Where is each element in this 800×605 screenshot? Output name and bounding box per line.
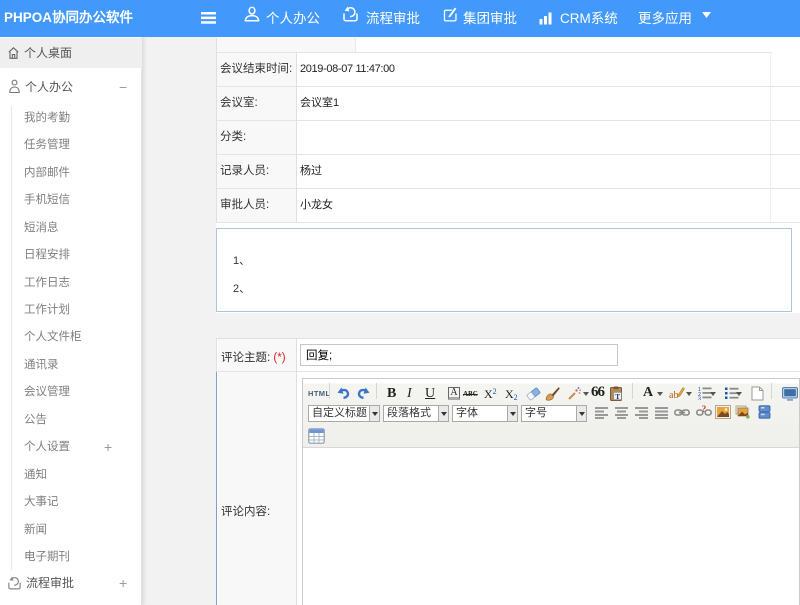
svg-text:3: 3 (698, 397, 701, 401)
svg-text:T: T (615, 392, 620, 401)
svg-text:?: ? (702, 405, 707, 414)
svg-text:ab: ab (669, 390, 678, 401)
